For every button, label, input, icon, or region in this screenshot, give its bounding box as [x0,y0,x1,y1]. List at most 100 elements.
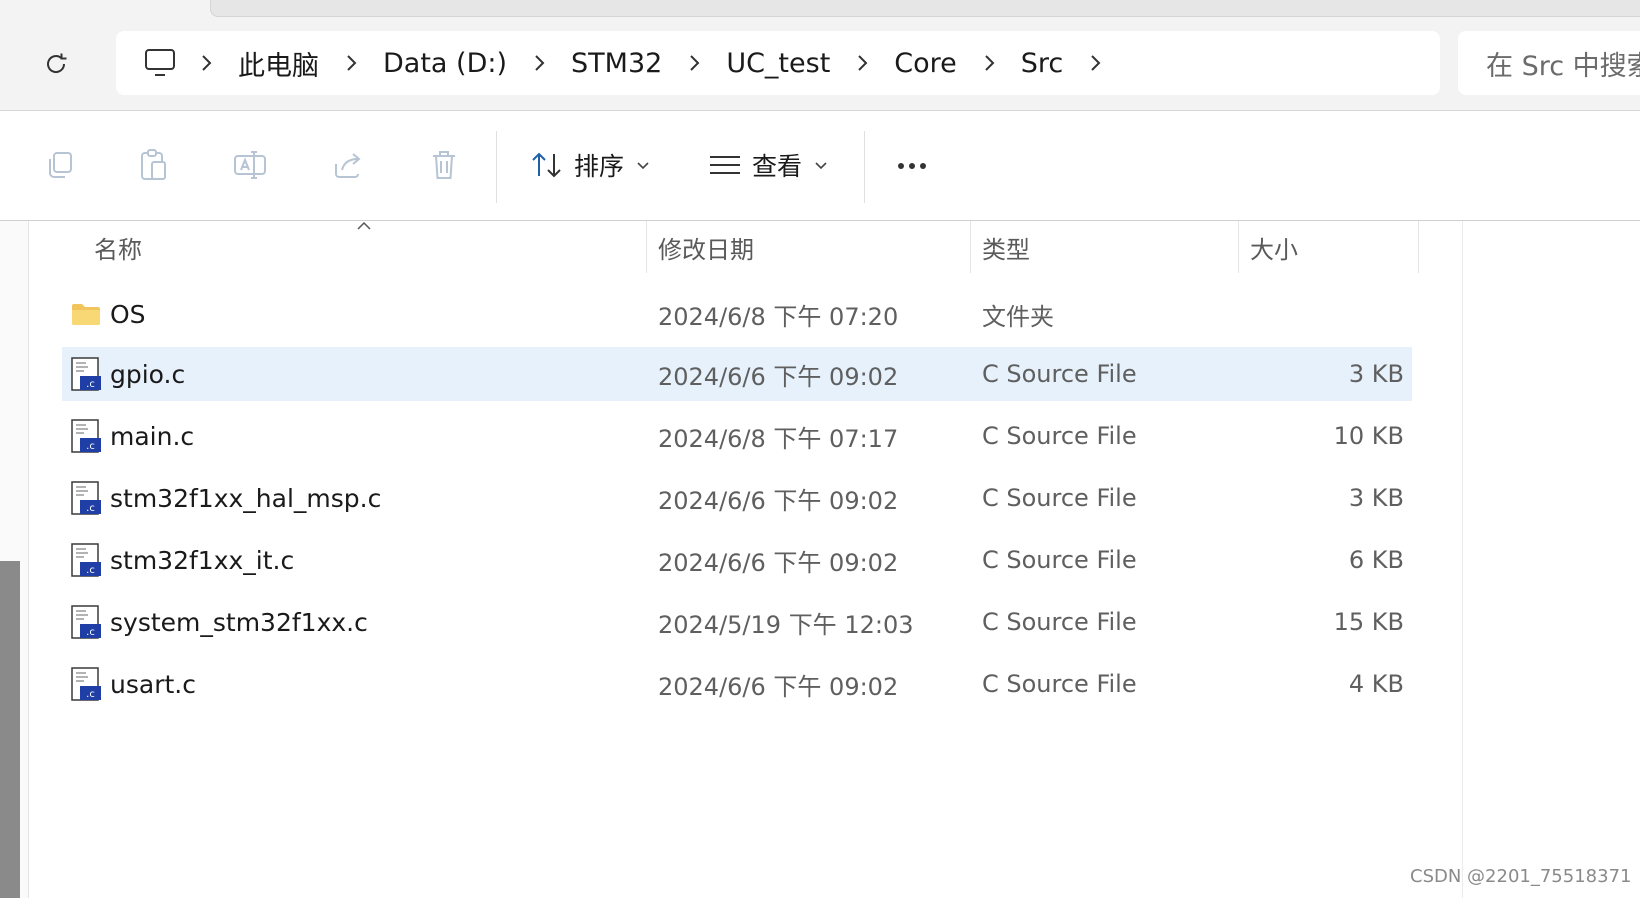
scrollbar-thumb[interactable] [0,561,20,898]
file-type: C Source File [982,484,1137,512]
file-name: stm32f1xx_hal_msp.c [110,483,382,513]
chevron-right-icon[interactable] [521,43,557,83]
refresh-button[interactable] [36,44,76,84]
column-header-size[interactable]: 大小 [1250,221,1298,273]
refresh-icon [47,53,67,73]
file-row-it[interactable]: .c stm32f1xx_it.c 2024/6/6 下午 09:02 C So… [62,533,1412,587]
file-date: 2024/6/6 下午 09:02 [658,486,899,515]
chevron-right-icon[interactable] [676,43,712,83]
file-name: stm32f1xx_it.c [110,545,295,575]
folder-icon [72,304,100,325]
c-file-icon: .c [71,357,101,391]
chevron-right-icon[interactable] [333,43,369,83]
view-list-icon [710,156,740,174]
file-size: 6 KB [1348,546,1404,574]
column-header-type[interactable]: 类型 [982,221,1030,273]
svg-text:.c: .c [86,627,95,638]
c-file-icon: .c [71,667,101,701]
column-header-name[interactable]: 名称 [94,221,142,273]
watermark: CSDN @2201_75518371 [1410,866,1632,887]
file-size: 3 KB [1348,484,1404,512]
file-name: main.c [110,421,195,451]
column-resize-handle[interactable] [1418,221,1419,273]
toolbar-divider [496,131,497,203]
file-date: 2024/5/19 下午 12:03 [658,610,914,639]
breadcrumb-item-src[interactable]: Src [1015,48,1070,79]
file-size: 15 KB [1333,608,1404,636]
file-date: 2024/6/6 下午 09:02 [658,548,899,577]
file-type: C Source File [982,422,1137,450]
svg-text:.c: .c [86,379,95,390]
paste-button[interactable] [136,147,172,183]
column-resize-handle[interactable] [1238,221,1239,273]
tab-strip [210,0,1640,17]
file-name: usart.c [110,669,196,699]
sort-label: 排序 [574,152,625,181]
trash-icon [433,151,455,179]
view-button[interactable]: 查看 [708,141,828,189]
delete-button[interactable] [426,147,462,183]
breadcrumb-item-stm32[interactable]: STM32 [565,48,668,79]
file-type: C Source File [982,360,1137,388]
file-row-main[interactable]: .c main.c 2024/6/8 下午 07:17 C Source Fil… [62,409,1412,463]
rename-icon [234,151,266,179]
file-row-gpio[interactable]: .c gpio.c 2024/6/6 下午 09:02 C Source Fil… [62,347,1412,401]
file-name: OS [110,299,146,329]
svg-text:.c: .c [86,503,95,514]
file-size: 3 KB [1348,360,1404,388]
file-row-hal-msp[interactable]: .c stm32f1xx_hal_msp.c 2024/6/6 下午 09:02… [62,471,1412,525]
column-resize-handle[interactable] [970,221,971,273]
chevron-down-icon [636,161,650,170]
svg-text:.c: .c [86,689,95,700]
file-size: 4 KB [1348,670,1404,698]
breadcrumb-item-core[interactable]: Core [888,48,963,79]
search-input[interactable]: 在 Src 中搜索 [1458,31,1640,95]
chevron-down-icon [814,161,828,170]
chevron-right-icon[interactable] [1077,43,1113,83]
file-date: 2024/6/6 下午 09:02 [658,362,899,391]
copy-icon [49,152,72,178]
file-row-os[interactable]: OS 2024/6/8 下午 07:20 文件夹 [62,287,1412,341]
share-icon [335,153,361,178]
chevron-right-icon[interactable] [188,43,224,83]
file-name: system_stm32f1xx.c [110,607,368,637]
paste-icon [141,149,166,180]
svg-text:.c: .c [86,565,95,576]
view-label: 查看 [752,152,803,181]
file-type: C Source File [982,670,1137,698]
breadcrumb[interactable]: 此电脑 Data (D:) STM32 UC_test Core Src [116,31,1440,95]
chevron-right-icon[interactable] [844,43,880,83]
c-file-icon: .c [71,481,101,515]
breadcrumb-item-this-pc[interactable]: 此电脑 [232,44,325,83]
file-name: gpio.c [110,359,186,389]
share-button[interactable] [330,147,366,183]
more-icon [898,163,904,169]
details-pane-divider [1462,221,1463,898]
more-options-button[interactable] [890,149,934,183]
c-file-icon: .c [71,419,101,453]
svg-text:.c: .c [86,441,95,452]
file-date: 2024/6/6 下午 09:02 [658,672,899,701]
file-type: C Source File [982,546,1137,574]
copy-button[interactable] [42,147,78,183]
toolbar-divider [864,131,865,203]
file-type: 文件夹 [982,302,1054,331]
file-row-usart[interactable]: .c usart.c 2024/6/6 下午 09:02 C Source Fi… [62,657,1412,711]
column-resize-handle[interactable] [646,221,647,273]
chevron-right-icon[interactable] [971,43,1007,83]
column-header-row: 名称 修改日期 类型 大小 [60,221,1420,273]
file-row-system[interactable]: .c system_stm32f1xx.c 2024/5/19 下午 12:03… [62,595,1412,649]
command-bar: 排序 查看 [0,111,1640,221]
address-bar-area: 此电脑 Data (D:) STM32 UC_test Core Src 在 S… [0,0,1640,111]
file-date: 2024/6/8 下午 07:17 [658,424,899,453]
breadcrumb-item-data-d[interactable]: Data (D:) [377,48,513,79]
file-list-pane: 名称 修改日期 类型 大小 OS 2024/6/8 下午 07:20 文件夹 .… [0,221,1640,898]
file-type: C Source File [982,608,1137,636]
breadcrumb-item-uc-test[interactable]: UC_test [720,48,836,79]
column-header-date[interactable]: 修改日期 [658,221,754,273]
rename-button[interactable] [232,147,268,183]
sort-button[interactable]: 排序 [530,141,650,189]
search-placeholder: 在 Src 中搜索 [1486,50,1640,82]
computer-icon[interactable] [140,43,180,83]
c-file-icon: .c [71,543,101,577]
